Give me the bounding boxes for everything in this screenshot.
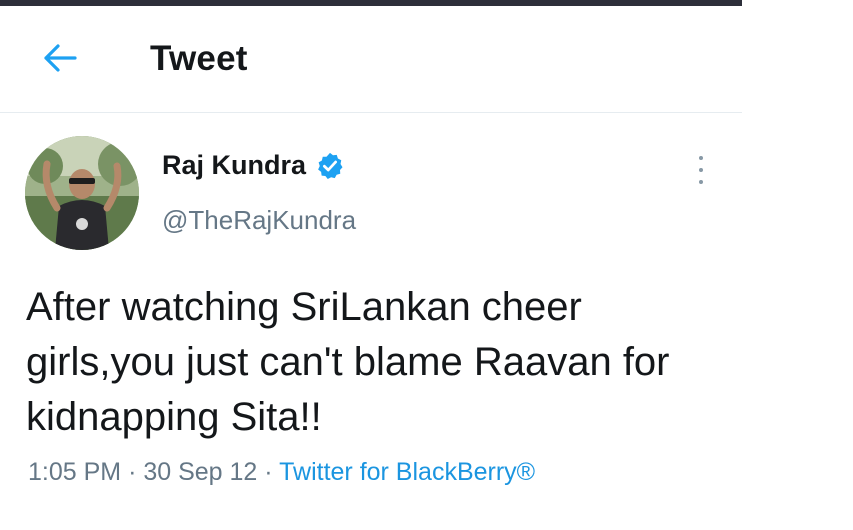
tweet-screen: Tweet Raj Kundra @TheRajKundra After wat <box>0 0 742 530</box>
more-dots-icon <box>699 156 703 160</box>
tweet-date: 30 Sep 12 <box>143 458 258 486</box>
author-handle[interactable]: @TheRajKundra <box>162 205 356 236</box>
more-dot <box>699 180 703 184</box>
more-dot <box>699 168 703 172</box>
tweet-source-link[interactable]: Twitter for BlackBerry® <box>279 458 535 486</box>
tweet-meta: 1:05 PM · 30 Sep 12 · Twitter for BlackB… <box>28 458 535 487</box>
avatar-image <box>25 136 139 250</box>
more-options-button[interactable] <box>690 152 712 188</box>
tweet-text: After watching SriLankan cheer girls,you… <box>26 285 670 439</box>
arrow-left-icon <box>44 44 77 72</box>
avatar[interactable] <box>25 136 139 250</box>
verified-badge-icon <box>318 152 343 179</box>
back-button[interactable] <box>38 36 82 80</box>
page-header: Tweet <box>0 6 742 113</box>
author-display-name[interactable]: Raj Kundra <box>162 150 306 181</box>
meta-separator: · <box>128 458 137 486</box>
author-name-row[interactable]: Raj Kundra <box>162 150 345 181</box>
tweet-time: 1:05 PM <box>28 458 122 486</box>
page-title: Tweet <box>150 39 248 78</box>
meta-separator: · <box>264 458 273 486</box>
